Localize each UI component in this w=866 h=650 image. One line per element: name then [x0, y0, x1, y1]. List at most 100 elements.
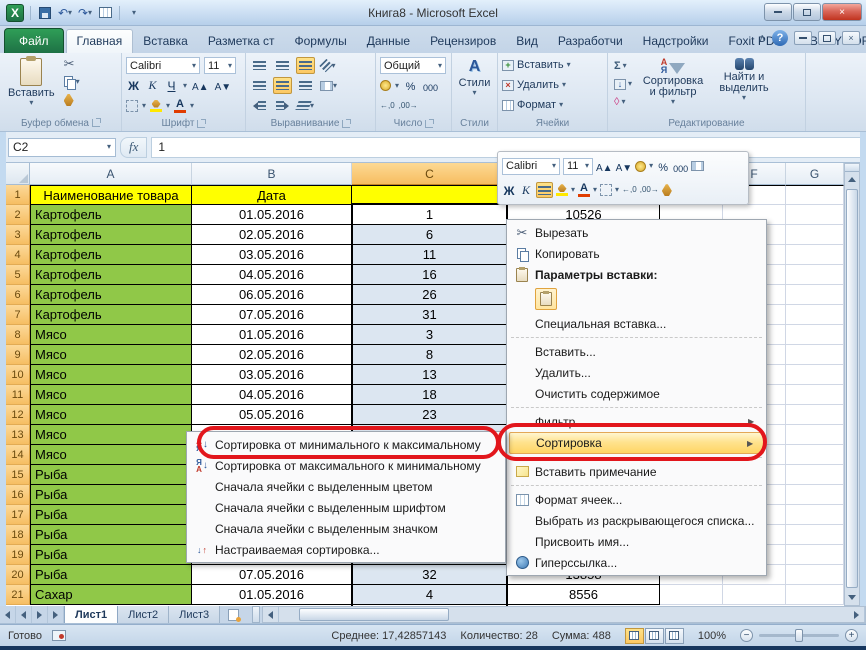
- cell-A13[interactable]: Мясо: [30, 425, 192, 445]
- menu-item-delete-cells[interactable]: Удалить...: [509, 362, 764, 383]
- font-size-select[interactable]: 11▾: [204, 57, 236, 74]
- mini-fill-color-button[interactable]: [556, 184, 568, 196]
- paste-option-button[interactable]: [535, 288, 557, 310]
- cell-F21[interactable]: [723, 585, 786, 605]
- cell-A16[interactable]: Рыба: [30, 485, 192, 505]
- cell-A12[interactable]: Мясо: [30, 405, 192, 425]
- mini-accounting-dropdown-icon[interactable]: ▾: [649, 162, 653, 170]
- name-box[interactable]: C2▾: [8, 138, 116, 157]
- row-header-11[interactable]: 11: [6, 385, 30, 405]
- ribbon-tab-7[interactable]: Вид: [506, 30, 548, 53]
- align-bottom-button[interactable]: [296, 57, 315, 74]
- horizontal-scroll-thumb[interactable]: [299, 608, 449, 621]
- row-header-21[interactable]: 21: [6, 585, 30, 605]
- paste-button[interactable]: Вставить ▾: [4, 56, 59, 109]
- row-header-17[interactable]: 17: [6, 505, 30, 525]
- cell-G20[interactable]: [786, 565, 844, 585]
- mini-bold-button[interactable]: Ж: [502, 182, 516, 198]
- wrap-text-button[interactable]: ▾: [296, 97, 315, 114]
- mini-borders-dropdown-icon[interactable]: ▾: [615, 186, 619, 194]
- menu-item-paste-special[interactable]: Специальная вставка...: [509, 313, 764, 334]
- increase-decimal-icon[interactable]: ←,0: [380, 102, 395, 110]
- clipboard-dialog-launcher-icon[interactable]: [92, 119, 100, 127]
- cell-C3[interactable]: 6: [352, 225, 508, 245]
- merge-center-button[interactable]: ▾: [319, 77, 338, 94]
- font-name-select[interactable]: Calibri▾: [126, 57, 200, 74]
- workbook-minimize-button[interactable]: [794, 31, 812, 45]
- mini-increase-decimal-icon[interactable]: ←,0: [622, 186, 637, 194]
- cell-G7[interactable]: [786, 305, 844, 325]
- sheet-tab-2[interactable]: Лист2: [118, 606, 169, 623]
- zoom-in-button[interactable]: +: [845, 629, 858, 642]
- cell-B6[interactable]: 06.05.2016: [192, 285, 352, 305]
- ribbon-tab-1[interactable]: Главная: [66, 29, 134, 53]
- row-header-18[interactable]: 18: [6, 525, 30, 545]
- cell-B21[interactable]: 01.05.2016: [192, 585, 352, 605]
- cell-A7[interactable]: Картофель: [30, 305, 192, 325]
- cell-G13[interactable]: [786, 425, 844, 445]
- mini-font-size-select[interactable]: 11▾: [563, 158, 593, 175]
- cell-G14[interactable]: [786, 445, 844, 465]
- mini-decrease-decimal-icon[interactable]: ,00→: [640, 186, 659, 194]
- underline-dropdown-icon[interactable]: ▾: [183, 82, 187, 90]
- italic-button[interactable]: К: [145, 78, 160, 93]
- cell-G19[interactable]: [786, 545, 844, 565]
- mini-accounting-icon[interactable]: [635, 161, 646, 172]
- zoom-thumb[interactable]: [795, 629, 803, 642]
- grow-font-button[interactable]: А▲: [191, 78, 210, 93]
- macro-record-button[interactable]: [52, 630, 66, 641]
- row-header-15[interactable]: 15: [6, 465, 30, 485]
- cell-C7[interactable]: 31: [352, 305, 508, 325]
- ribbon-tab-9[interactable]: Надстройки: [633, 30, 719, 53]
- row-header-20[interactable]: 20: [6, 565, 30, 585]
- menu-item-define-name[interactable]: Присвоить имя...: [509, 531, 764, 552]
- format-painter-button[interactable]: [62, 92, 82, 108]
- cell-C2[interactable]: 1: [352, 205, 508, 225]
- cell-A19[interactable]: Рыба: [30, 545, 192, 565]
- row-header-19[interactable]: 19: [6, 545, 30, 565]
- fill-button[interactable]: ↓▾: [612, 76, 634, 92]
- bold-button[interactable]: Ж: [126, 78, 141, 93]
- column-header-A[interactable]: A: [30, 163, 192, 185]
- row-header-12[interactable]: 12: [6, 405, 30, 425]
- cell-A10[interactable]: Мясо: [30, 365, 192, 385]
- borders-dropdown-icon[interactable]: ▾: [142, 102, 146, 110]
- styles-button[interactable]: А Стили ▾: [455, 56, 495, 99]
- cell-A1[interactable]: Наименование товара: [30, 185, 192, 205]
- accounting-format-icon[interactable]: [380, 80, 391, 91]
- minimize-button[interactable]: [764, 3, 792, 21]
- mini-grow-font-button[interactable]: А▲: [596, 158, 613, 174]
- cell-C9[interactable]: 8: [352, 345, 508, 365]
- row-header-10[interactable]: 10: [6, 365, 30, 385]
- menu-item-choose-from-list[interactable]: Выбрать из раскрывающегося списка...: [509, 510, 764, 531]
- menu-item-copy[interactable]: Копировать: [509, 243, 764, 264]
- align-top-button[interactable]: [250, 57, 269, 74]
- menu-item-custom-sort[interactable]: ↓↑Настраиваемая сортировка...: [189, 539, 503, 560]
- cell-B3[interactable]: 02.05.2016: [192, 225, 352, 245]
- orientation-button[interactable]: ▾: [319, 57, 338, 74]
- zoom-track[interactable]: [759, 634, 839, 637]
- scroll-down-button[interactable]: [845, 590, 859, 605]
- menu-item-sort-by-icon[interactable]: Сначала ячейки с выделенным значком: [189, 518, 503, 539]
- scroll-left-button[interactable]: [263, 607, 279, 622]
- mini-font-color-dropdown-icon[interactable]: ▾: [593, 186, 597, 194]
- font-color-button[interactable]: А: [174, 99, 186, 113]
- cell-G2[interactable]: [786, 205, 844, 225]
- sheet-tab-3[interactable]: Лист3: [169, 606, 220, 623]
- vertical-split-handle[interactable]: [845, 164, 859, 172]
- collapse-ribbon-icon[interactable]: ∧: [759, 33, 766, 44]
- vertical-scrollbar[interactable]: [844, 163, 860, 606]
- menu-item-hyperlink[interactable]: Гиперссылка...: [509, 552, 764, 573]
- ribbon-tab-5[interactable]: Данные: [357, 30, 420, 53]
- cell-C20[interactable]: 32: [352, 565, 508, 585]
- mini-comma-button[interactable]: 000: [673, 158, 688, 174]
- cell-C5[interactable]: 16: [352, 265, 508, 285]
- menu-item-sort-max-to-min[interactable]: ЯА↓Сортировка от максимального к минимал…: [189, 455, 503, 476]
- mini-format-painter-icon[interactable]: [662, 184, 672, 196]
- mini-borders-button[interactable]: [600, 184, 612, 196]
- menu-item-sort-min-to-max[interactable]: АЯ↓Сортировка от минимального к максимал…: [189, 434, 503, 455]
- row-header-13[interactable]: 13: [6, 425, 30, 445]
- increase-indent-button[interactable]: [273, 97, 292, 114]
- column-header-B[interactable]: B: [192, 163, 352, 185]
- cell-C1[interactable]: [352, 185, 508, 205]
